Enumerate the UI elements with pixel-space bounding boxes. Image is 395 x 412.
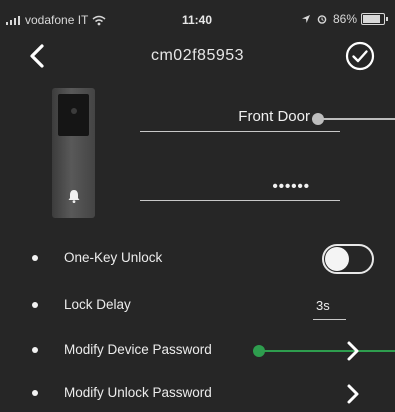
bullet (32, 347, 38, 353)
one-key-unlock-toggle[interactable] (322, 244, 374, 274)
setting-label: Modify Device Password (64, 342, 212, 357)
device-name-underline (140, 131, 340, 132)
status-time: 11:40 (182, 13, 213, 27)
device-settings-screen: vodafone IT 11:40 86% cm02f85953 Front D… (0, 0, 395, 412)
page-title: cm02f85953 (150, 47, 245, 64)
signal-icon (6, 15, 22, 25)
toggle-knob (325, 247, 349, 271)
wifi-icon (92, 15, 106, 25)
setting-row-lock-delay[interactable]: Lock Delay 3s (0, 286, 395, 326)
setting-row-one-key-unlock[interactable]: One-Key Unlock (0, 239, 395, 279)
check-circle-icon[interactable] (344, 40, 376, 72)
status-bar: vodafone IT 11:40 86% (0, 0, 395, 38)
lock-delay-underline (313, 319, 346, 320)
bullet (32, 302, 38, 308)
annotation-line-green (262, 350, 395, 352)
chevron-right-icon[interactable] (346, 383, 360, 405)
battery-fill (363, 15, 381, 23)
setting-label: One-Key Unlock (64, 250, 163, 265)
setting-label: Lock Delay (64, 297, 131, 312)
location-arrow-icon (301, 15, 310, 23)
camera-panel (58, 94, 89, 136)
battery-icon (361, 13, 388, 25)
chevron-right-icon[interactable] (346, 340, 360, 362)
status-right: 86% (301, 12, 388, 26)
bullet (32, 255, 38, 261)
bullet (32, 390, 38, 396)
alarm-icon (317, 15, 327, 24)
device-name-field[interactable]: Front Door (140, 108, 310, 125)
lock-delay-value[interactable]: 3s (316, 298, 330, 313)
doorbell-image (52, 88, 95, 218)
device-password-field[interactable]: •••••• (140, 178, 310, 195)
device-password-underline (140, 200, 340, 201)
setting-label: Modify Unlock Password (64, 385, 212, 400)
carrier-name: vodafone IT (25, 13, 89, 27)
setting-row-modify-unlock-password[interactable]: Modify Unlock Password (0, 374, 395, 412)
annotation-line-gray (322, 118, 395, 120)
setting-row-modify-device-password[interactable]: Modify Device Password (0, 331, 395, 371)
bell-icon (68, 190, 80, 203)
camera-icon (71, 108, 77, 114)
battery-percent: 86% (332, 12, 357, 26)
status-left: vodafone IT (6, 13, 106, 27)
